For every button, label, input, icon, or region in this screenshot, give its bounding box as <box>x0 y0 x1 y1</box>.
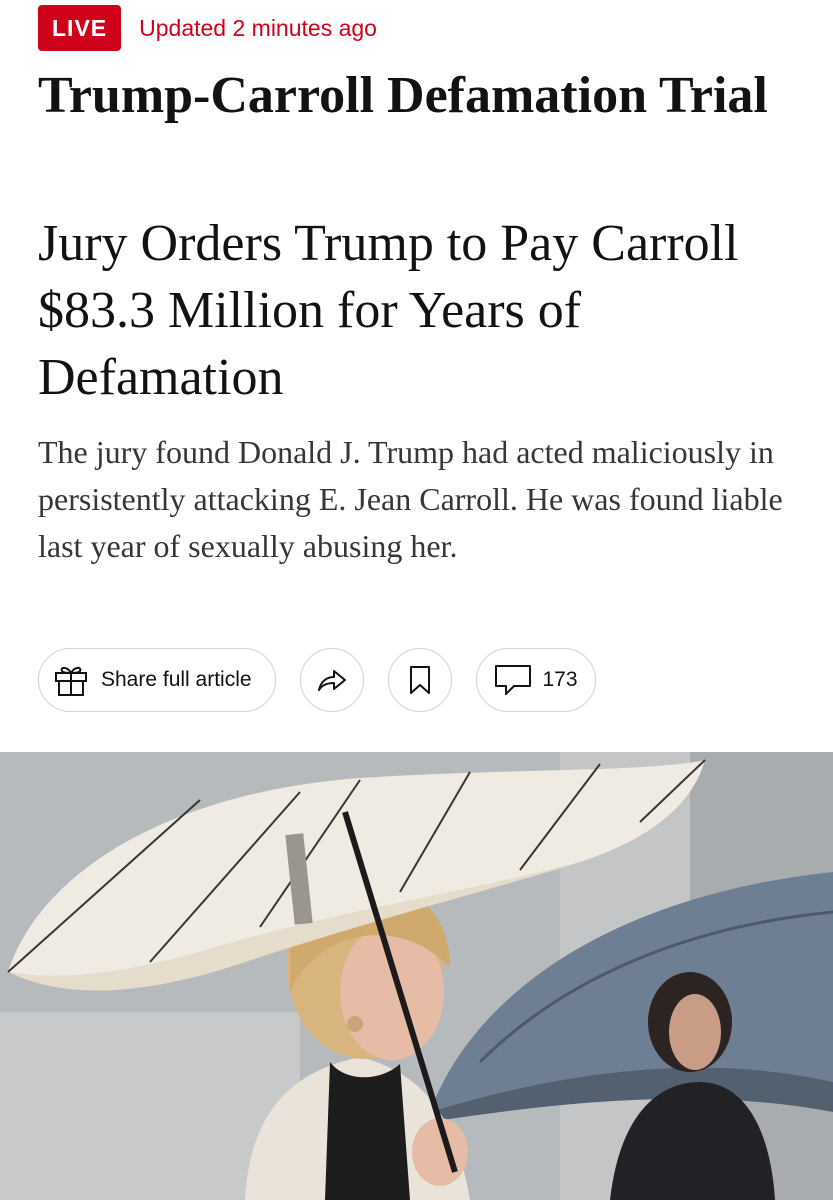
gift-icon <box>53 662 89 698</box>
comment-count: 173 <box>542 668 578 691</box>
article-summary: The jury found Donald J. Trump had acted… <box>38 434 783 564</box>
share-full-article-label: Share full article <box>101 668 252 691</box>
story-kicker[interactable]: Trump-Carroll Defamation Trial <box>38 64 798 128</box>
share-full-article-button[interactable]: Share full article <box>38 648 276 712</box>
live-status-row: LIVE Updated 2 minutes ago <box>38 5 377 51</box>
article-headline: Jury Orders Trump to Pay Carroll $83.3 M… <box>38 215 739 406</box>
article-photo <box>0 752 833 1200</box>
bookmark-icon <box>408 665 432 695</box>
save-bookmark-button[interactable] <box>388 648 452 712</box>
updated-timestamp: Updated 2 minutes ago <box>139 14 377 41</box>
share-button[interactable] <box>300 648 364 712</box>
comments-button[interactable]: 173 <box>476 648 596 712</box>
article-actions-bar: Share full article 173 <box>38 648 596 712</box>
live-badge: LIVE <box>38 5 122 51</box>
comment-bubble-icon <box>494 664 532 696</box>
share-arrow-icon <box>316 666 348 694</box>
